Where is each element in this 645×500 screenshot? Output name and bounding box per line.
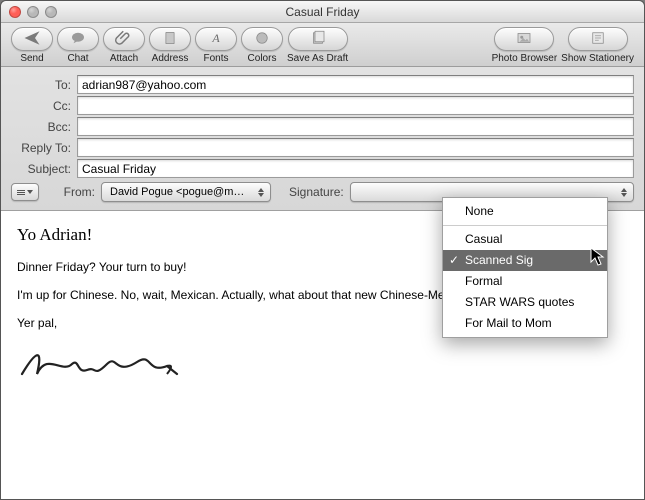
signature-image xyxy=(17,344,628,389)
to-field[interactable] xyxy=(77,75,634,94)
toolbar-label: Save As Draft xyxy=(287,53,348,64)
from-popup[interactable]: David Pogue <pogue@m… xyxy=(101,182,271,202)
photo-browser-button[interactable]: Photo Browser xyxy=(492,27,558,64)
from-label: From: xyxy=(45,185,101,199)
signature-menu-item-casual[interactable]: Casual xyxy=(443,229,607,250)
menu-separator xyxy=(443,225,607,226)
toolbar-label: Fonts xyxy=(203,53,228,64)
subject-label: Subject: xyxy=(11,162,77,176)
svg-text:A: A xyxy=(211,30,220,44)
signature-menu: None Casual ✓Scanned Sig Formal STAR WAR… xyxy=(442,197,608,338)
toolbar-label: Address xyxy=(152,53,189,64)
drafts-icon xyxy=(309,29,327,50)
toolbar: Send Chat Attach Address A Fonts Colors xyxy=(1,23,644,67)
to-label: To: xyxy=(11,78,77,92)
paperclip-icon xyxy=(115,29,133,50)
window-title: Casual Friday xyxy=(1,5,644,19)
bcc-label: Bcc: xyxy=(11,120,77,134)
signature-label: Signature: xyxy=(271,185,350,199)
toolbar-label: Chat xyxy=(67,53,88,64)
cc-field[interactable] xyxy=(77,96,634,115)
toolbar-label: Colors xyxy=(248,53,277,64)
bcc-field[interactable] xyxy=(77,117,634,136)
toolbar-label: Send xyxy=(20,53,43,64)
chevron-down-icon xyxy=(27,190,33,194)
send-button[interactable]: Send xyxy=(11,27,53,64)
list-icon xyxy=(17,190,25,195)
window-controls xyxy=(1,6,57,18)
toolbar-label: Attach xyxy=(110,53,138,64)
address-book-icon xyxy=(161,29,179,50)
updown-arrows-icon xyxy=(255,185,267,199)
header-options-button[interactable] xyxy=(11,183,39,201)
attach-button[interactable]: Attach xyxy=(103,27,145,64)
stationery-icon xyxy=(589,29,607,50)
photos-icon xyxy=(515,29,533,50)
signature-menu-item-mom[interactable]: For Mail to Mom xyxy=(443,313,607,334)
minimize-window-button[interactable] xyxy=(27,6,39,18)
signature-menu-item-scanned[interactable]: ✓Scanned Sig xyxy=(443,250,607,271)
message-headers: To: Cc: Bcc: Reply To: Subject: From: xyxy=(1,67,644,211)
from-value: David Pogue <pogue@m… xyxy=(110,186,244,198)
chat-bubble-icon xyxy=(69,29,87,50)
reply-to-label: Reply To: xyxy=(11,141,77,155)
toolbar-label: Show Stationery xyxy=(561,53,634,64)
zoom-window-button[interactable] xyxy=(45,6,57,18)
show-stationery-button[interactable]: Show Stationery xyxy=(561,27,634,64)
toolbar-label: Photo Browser xyxy=(492,53,558,64)
titlebar: Casual Friday xyxy=(1,1,644,23)
paper-plane-icon xyxy=(23,29,41,50)
fonts-button[interactable]: A Fonts xyxy=(195,27,237,64)
signature-menu-item-none[interactable]: None xyxy=(443,201,607,222)
subject-field[interactable] xyxy=(77,159,634,178)
fonts-icon: A xyxy=(207,29,225,50)
color-wheel-icon xyxy=(253,29,271,50)
close-window-button[interactable] xyxy=(9,6,21,18)
compose-window: Casual Friday Send Chat Attach Address A xyxy=(0,0,645,500)
signature-menu-item-starwars[interactable]: STAR WARS quotes xyxy=(443,292,607,313)
reply-to-field[interactable] xyxy=(77,138,634,157)
address-button[interactable]: Address xyxy=(149,27,191,64)
chat-button[interactable]: Chat xyxy=(57,27,99,64)
save-draft-button[interactable]: Save As Draft xyxy=(287,27,348,64)
signature-menu-item-formal[interactable]: Formal xyxy=(443,271,607,292)
colors-button[interactable]: Colors xyxy=(241,27,283,64)
cc-label: Cc: xyxy=(11,99,77,113)
checkmark-icon: ✓ xyxy=(449,252,459,269)
updown-arrows-icon xyxy=(618,185,630,199)
